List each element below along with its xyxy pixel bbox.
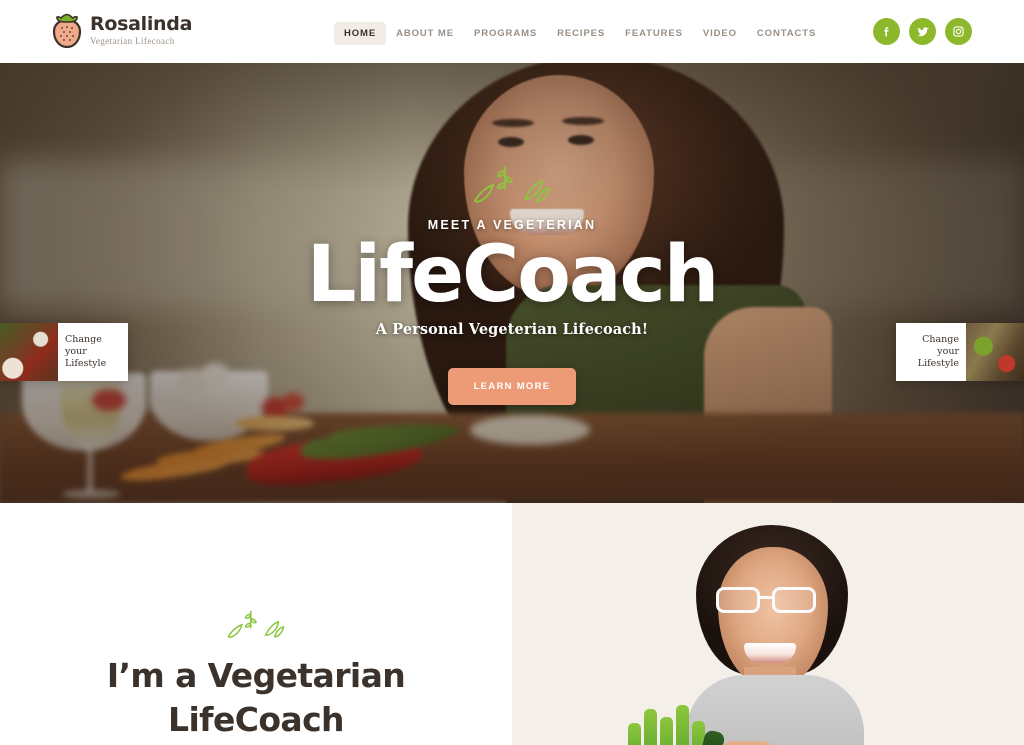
strawberry-icon <box>52 12 82 49</box>
intro-text-panel: I’m a Vegetarian LifeCoach <box>0 503 512 745</box>
intro-photo-panel <box>512 503 1024 745</box>
carousel-card-image <box>0 323 58 381</box>
learn-more-button[interactable]: LEARN MORE <box>447 368 577 405</box>
brand-tagline: Vegetarian Lifecoach <box>90 36 175 46</box>
hero-banner: MEET A VEGETERIAN LifeCoach A Personal V… <box>0 63 1024 503</box>
twitter-icon[interactable] <box>909 18 936 45</box>
carousel-card-label: Change your Lifestyle <box>917 334 959 369</box>
leaf-sprig-icon <box>469 161 555 212</box>
carousel-card-right[interactable]: Change your Lifestyle <box>896 323 1024 381</box>
facebook-icon[interactable] <box>873 18 900 45</box>
hero-title: LifeCoach <box>306 230 720 320</box>
social-links <box>873 18 972 45</box>
main-navigation: HOME ABOUT ME PROGRAMS RECIPES FEATURES … <box>334 22 826 45</box>
carousel-card-label: Change your Lifestyle <box>65 334 107 369</box>
nav-item-contacts[interactable]: CONTACTS <box>747 22 826 45</box>
carousel-card-label-box: Change your Lifestyle <box>896 323 966 381</box>
nav-item-about-me[interactable]: ABOUT ME <box>386 22 464 45</box>
nav-item-home[interactable]: HOME <box>334 22 387 45</box>
intro-section: I’m a Vegetarian LifeCoach <box>0 503 1024 745</box>
site-header: Rosalinda Vegetarian Lifecoach HOME ABOU… <box>0 0 1024 63</box>
leaf-sprig-icon <box>224 605 288 648</box>
brand-text: Rosalinda Vegetarian Lifecoach <box>90 14 192 46</box>
nav-item-video[interactable]: VIDEO <box>693 22 747 45</box>
intro-title-line-2: LifeCoach <box>168 700 344 739</box>
nav-item-recipes[interactable]: RECIPES <box>547 22 615 45</box>
hero-subtitle: A Personal Vegeterian Lifecoach! <box>375 321 649 338</box>
carousel-card-label-box: Change your Lifestyle <box>58 323 128 381</box>
instagram-icon[interactable] <box>945 18 972 45</box>
page-root: Rosalinda Vegetarian Lifecoach HOME ABOU… <box>0 0 1024 745</box>
intro-title-line-1: I’m a Vegetarian <box>106 656 406 695</box>
brand-name: Rosalinda <box>90 13 193 35</box>
nav-item-programs[interactable]: PROGRAMS <box>464 22 547 45</box>
intro-title: I’m a Vegetarian LifeCoach <box>106 654 406 742</box>
hero-content: MEET A VEGETERIAN LifeCoach A Personal V… <box>0 63 1024 503</box>
carousel-card-left[interactable]: Change your Lifestyle <box>0 323 128 381</box>
brand-logo[interactable]: Rosalinda Vegetarian Lifecoach <box>52 12 192 49</box>
nav-item-features[interactable]: FEATURES <box>615 22 693 45</box>
carousel-card-image <box>966 323 1024 381</box>
coach-portrait <box>628 525 900 745</box>
